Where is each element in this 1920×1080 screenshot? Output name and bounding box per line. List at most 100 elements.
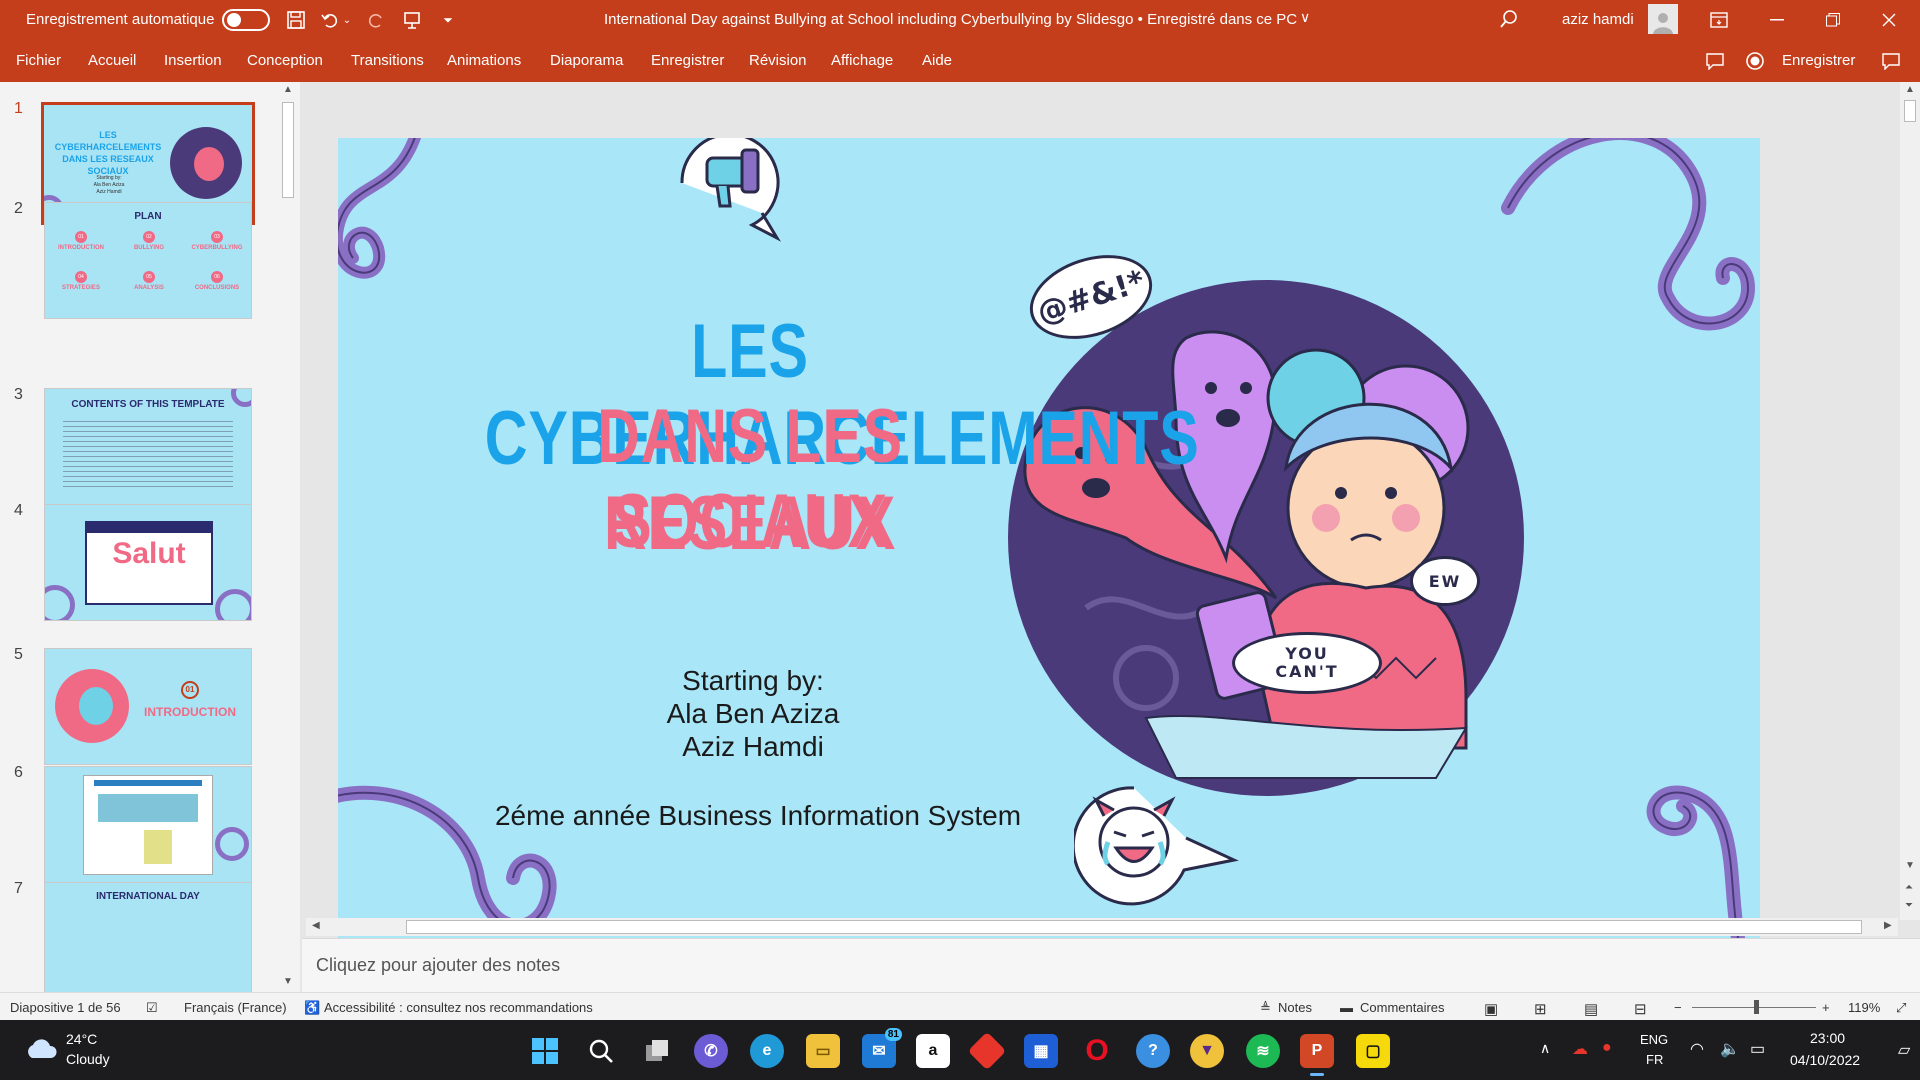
undo-icon[interactable] (318, 8, 342, 32)
scroll-thumb[interactable] (406, 920, 1862, 934)
tab-revision[interactable]: Révision (749, 52, 807, 69)
comments-pane-icon[interactable] (1880, 50, 1902, 72)
spellcheck-icon[interactable]: ☑ (146, 1000, 158, 1016)
calculator-icon[interactable]: ▦ (1024, 1034, 1058, 1068)
tray-app-icon[interactable]: ☁ (1572, 1039, 1588, 1059)
tab-diaporama[interactable]: Diaporama (550, 52, 623, 69)
thumbnail-slide-5[interactable]: 01 INTRODUCTION (44, 648, 252, 765)
scroll-right-icon[interactable]: ▶ (1884, 920, 1892, 931)
record-icon[interactable] (1744, 50, 1766, 72)
slide-title[interactable]: SOCIAUX (485, 478, 1015, 565)
tab-affichage[interactable]: Affichage (831, 52, 893, 69)
tab-fichier[interactable]: Fichier (16, 52, 61, 69)
editor-horizontal-scrollbar[interactable]: ◀ ▶ (306, 918, 1898, 936)
powerpoint-icon[interactable]: P (1300, 1034, 1334, 1076)
tab-conception[interactable]: Conception (247, 52, 323, 69)
task-view-icon[interactable] (640, 1034, 674, 1068)
show-hidden-icons-icon[interactable]: ∧ (1540, 1040, 1550, 1057)
battery-icon[interactable]: ▭ (1750, 1039, 1765, 1059)
red-diamond-app-icon[interactable] (967, 1031, 1007, 1071)
language-bottom[interactable]: FR (1646, 1052, 1663, 1067)
search-icon[interactable] (584, 1034, 618, 1068)
program-textbox[interactable]: 2éme année Business Information System (478, 800, 1038, 832)
language-indicator[interactable]: Français (France) (184, 1000, 287, 1015)
tab-transitions[interactable]: Transitions (351, 52, 424, 69)
yellow-app-icon[interactable]: ▢ (1356, 1034, 1390, 1068)
slide-canvas[interactable]: @#&!* EW YOU CAN'T LES CYBERHARCELEMENTS… (338, 138, 1760, 938)
scroll-up-icon[interactable]: ▲ (283, 84, 293, 95)
mail-icon[interactable]: ✉ 81 (862, 1028, 902, 1068)
brave-icon[interactable]: ▼ (1190, 1034, 1224, 1068)
weather-description[interactable]: Cloudy (66, 1051, 110, 1067)
undo-dropdown-icon[interactable]: ⌄ (340, 8, 354, 32)
next-slide-icon[interactable]: ⏷ (1905, 900, 1913, 911)
scroll-down-icon[interactable]: ▼ (1905, 860, 1915, 871)
record-button[interactable]: Enregistrer (1782, 52, 1855, 69)
slideshow-icon[interactable]: ⊟ (1634, 1000, 1647, 1018)
thumbnail-slide-2[interactable]: PLAN 01 02 03 INTRODUCTION BULLYING CYBE… (44, 202, 252, 319)
tab-enregistrer[interactable]: Enregistrer (651, 52, 724, 69)
close-icon[interactable] (1874, 6, 1904, 34)
editor-vertical-scrollbar[interactable]: ▲ ▼ ⏶ ⏷ (1900, 82, 1920, 920)
title-dropdown-icon[interactable]: ∨ (1300, 9, 1310, 26)
spotify-icon[interactable]: ≋ (1246, 1034, 1280, 1068)
file-explorer-icon[interactable]: ▭ (806, 1034, 840, 1068)
notes-pane[interactable]: Cliquez pour ajouter des notes (302, 938, 1920, 992)
reading-view-icon[interactable]: ▤ (1584, 1000, 1598, 1018)
thumbnail-slide-3[interactable]: CONTENTS OF THIS TEMPLATE (44, 388, 252, 505)
volume-icon[interactable]: 🔈 (1720, 1039, 1740, 1059)
autosave-toggle[interactable] (222, 9, 270, 31)
ribbon-display-icon[interactable] (1704, 6, 1734, 34)
tab-animations[interactable]: Animations (447, 52, 521, 69)
clock-date[interactable]: 04/10/2022 (1790, 1052, 1860, 1068)
amazon-icon[interactable]: a (916, 1034, 950, 1068)
notes-button[interactable]: Notes (1278, 1000, 1312, 1015)
wifi-icon[interactable]: ◠ (1690, 1039, 1704, 1059)
search-icon[interactable] (1498, 8, 1520, 34)
zoom-level[interactable]: 119% (1848, 1000, 1880, 1015)
zoom-out-icon[interactable]: − (1674, 1000, 1682, 1015)
save-icon[interactable] (284, 8, 308, 32)
clock-time[interactable]: 23:00 (1810, 1030, 1845, 1046)
zoom-slider-handle[interactable] (1754, 1000, 1759, 1014)
scroll-down-icon[interactable]: ▼ (283, 976, 293, 987)
accessibility-icon[interactable]: ♿ (304, 1000, 320, 1016)
tab-accueil[interactable]: Accueil (88, 52, 136, 69)
teams-chat-icon[interactable]: ✆ (694, 1034, 728, 1068)
minimize-icon[interactable] (1762, 6, 1792, 34)
thumbnail-slide-7[interactable]: INTERNATIONAL DAY (44, 882, 252, 992)
edge-icon[interactable]: e (750, 1034, 784, 1068)
notification-icon[interactable]: ▱ (1898, 1040, 1910, 1060)
scroll-left-icon[interactable]: ◀ (312, 920, 320, 931)
authors-textbox[interactable]: Starting by: Ala Ben Aziza Aziz Hamdi (638, 664, 868, 763)
accessibility-status[interactable]: Accessibilité : consultez nos recommanda… (324, 1000, 593, 1015)
windows-start-icon[interactable] (528, 1034, 562, 1068)
cloud-icon[interactable] (24, 1036, 58, 1065)
comments-button[interactable]: Commentaires (1360, 1000, 1445, 1015)
previous-slide-icon[interactable]: ⏶ (1905, 882, 1913, 893)
opera-icon[interactable]: O (1080, 1034, 1114, 1068)
tab-aide[interactable]: Aide (922, 52, 952, 69)
thumbnail-slide-4[interactable]: Salut (44, 504, 252, 621)
customize-toolbar-icon[interactable]: ⏷ (436, 8, 460, 32)
avatar[interactable] (1648, 4, 1678, 34)
tray-app-icon[interactable]: ● (1602, 1039, 1612, 1057)
thumbnail-scrollbar[interactable]: ▲ ▼ (278, 82, 298, 992)
scroll-thumb[interactable] (282, 102, 294, 198)
present-icon[interactable] (400, 8, 424, 32)
comment-icon[interactable] (1704, 50, 1726, 72)
slide-sorter-icon[interactable]: ⊞ (1534, 1000, 1547, 1018)
thumbnail-slide-6[interactable] (44, 766, 252, 883)
notes-icon[interactable]: ≜ (1260, 1000, 1271, 1016)
fit-to-window-icon[interactable]: ⤢ (1896, 1000, 1906, 1016)
redo-icon[interactable] (364, 8, 388, 32)
help-icon[interactable]: ? (1136, 1034, 1170, 1068)
normal-view-icon[interactable]: ▣ (1484, 1000, 1498, 1018)
language-top[interactable]: ENG (1640, 1032, 1668, 1047)
restore-icon[interactable] (1818, 6, 1848, 34)
weather-temperature[interactable]: 24°C (66, 1031, 97, 1047)
comments-icon[interactable]: ▬ (1340, 1000, 1353, 1015)
scroll-thumb[interactable] (1904, 100, 1916, 122)
scroll-up-icon[interactable]: ▲ (1905, 84, 1915, 95)
zoom-in-icon[interactable]: + (1822, 1000, 1830, 1015)
